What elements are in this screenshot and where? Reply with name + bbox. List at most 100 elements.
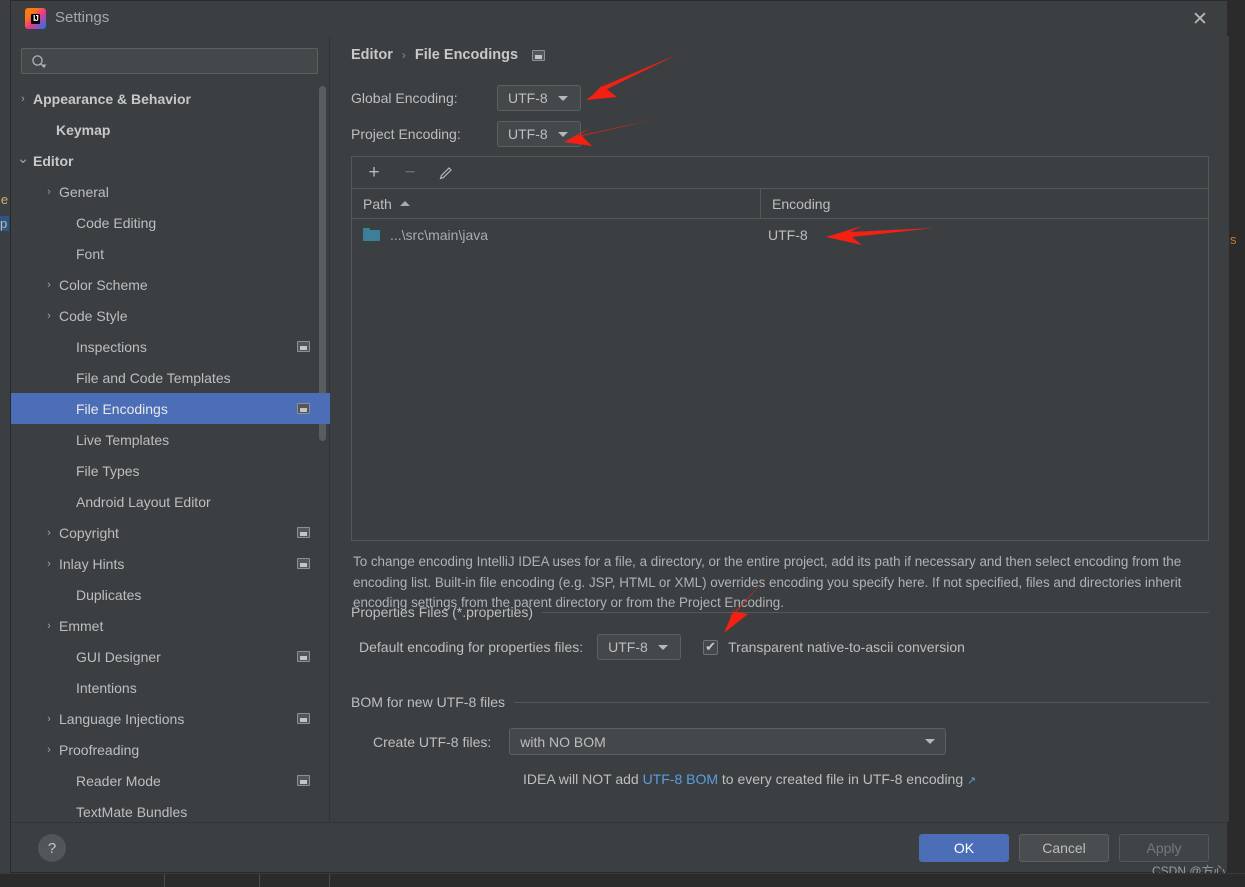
sidebar-item-language-injections[interactable]: ›Language Injections [11, 703, 330, 734]
chevron-right-icon[interactable]: › [42, 743, 56, 757]
ok-button[interactable]: OK [919, 834, 1009, 862]
sidebar-item-label: File Encodings [76, 401, 168, 417]
breadcrumb-parent[interactable]: Editor [351, 47, 393, 63]
sidebar-item-label: GUI Designer [76, 649, 161, 665]
folder-icon [363, 228, 380, 241]
project-level-icon [297, 403, 310, 414]
chevron-right-icon[interactable]: › [42, 278, 56, 292]
sidebar-item-label: Inlay Hints [59, 556, 124, 572]
project-encoding-combo[interactable]: UTF-8 [497, 121, 581, 147]
table-cell-encoding[interactable]: UTF-8 [768, 227, 808, 243]
sidebar-item-label: Code Style [59, 308, 127, 324]
background-code-fragment-s: s [1230, 232, 1237, 247]
sidebar-item-live-templates[interactable]: Live Templates [11, 424, 330, 455]
sidebar-item-reader-mode[interactable]: Reader Mode [11, 765, 330, 796]
external-link-icon[interactable]: ↗ [967, 775, 976, 787]
sidebar-item-label: Copyright [59, 525, 119, 541]
sidebar-item-inspections[interactable]: Inspections [11, 331, 330, 362]
chevron-right-icon[interactable]: › [42, 557, 56, 571]
sidebar-item-editor[interactable]: ⌄Editor [11, 145, 330, 176]
settings-tree: ›Appearance & BehaviorKeymap⌄Editor›Gene… [11, 83, 330, 822]
sidebar-item-inlay-hints[interactable]: ›Inlay Hints [11, 548, 330, 579]
sidebar-item-code-editing[interactable]: Code Editing [11, 207, 330, 238]
sidebar-item-label: Android Layout Editor [76, 494, 211, 510]
sidebar-item-code-style[interactable]: ›Code Style [11, 300, 330, 331]
breadcrumb-separator: › [402, 48, 406, 62]
sidebar-item-label: File and Code Templates [76, 370, 231, 386]
properties-default-encoding-label: Default encoding for properties files: [359, 639, 583, 655]
chevron-down-icon [558, 96, 568, 101]
taskbar-segment [0, 874, 165, 887]
chevron-right-icon[interactable]: › [42, 185, 56, 199]
table-cell-path: ...\src\main\java [390, 227, 488, 243]
create-utf8-files-row: Create UTF-8 files: with NO BOM [373, 728, 946, 755]
cancel-button[interactable]: Cancel [1019, 834, 1109, 862]
sidebar-item-duplicates[interactable]: Duplicates [11, 579, 330, 610]
sidebar-item-font[interactable]: Font [11, 238, 330, 269]
project-level-icon [297, 775, 310, 786]
sidebar-item-proofreading[interactable]: ›Proofreading [11, 734, 330, 765]
sidebar-item-copyright[interactable]: ›Copyright [11, 517, 330, 548]
chevron-right-icon[interactable]: › [42, 309, 56, 323]
sidebar-item-label: Font [76, 246, 104, 262]
breadcrumb: Editor › File Encodings [351, 47, 545, 63]
transparent-native-to-ascii-checkbox[interactable] [703, 640, 718, 655]
sidebar-item-color-scheme[interactable]: ›Color Scheme [11, 269, 330, 300]
sidebar-item-label: Editor [33, 153, 73, 169]
sidebar-item-keymap[interactable]: Keymap [11, 114, 330, 145]
table-row[interactable]: ...\src\main\java UTF-8 [352, 219, 1208, 250]
properties-default-encoding-combo[interactable]: UTF-8 [597, 634, 681, 660]
close-icon[interactable]: ✕ [1187, 7, 1213, 31]
column-header-path[interactable]: Path [352, 189, 761, 218]
settings-search[interactable] [21, 48, 318, 74]
sidebar-item-general[interactable]: ›General [11, 176, 330, 207]
help-button[interactable]: ? [38, 834, 66, 862]
intellij-idea-icon: IJ [25, 8, 46, 29]
search-input[interactable] [54, 49, 309, 73]
properties-default-encoding-value: UTF-8 [608, 639, 648, 655]
sidebar-item-label: General [59, 184, 109, 200]
sidebar-item-android-layout-editor[interactable]: Android Layout Editor [11, 486, 330, 517]
column-header-encoding-label: Encoding [772, 196, 830, 212]
sidebar-item-file-and-code-templates[interactable]: File and Code Templates [11, 362, 330, 393]
chevron-right-icon[interactable]: › [42, 712, 56, 726]
sidebar-item-label: Keymap [56, 122, 110, 138]
add-path-button[interactable]: + [364, 163, 384, 183]
sidebar-item-label: Appearance & Behavior [33, 91, 191, 107]
create-utf8-files-combo[interactable]: with NO BOM [509, 728, 946, 755]
column-header-path-label: Path [363, 196, 392, 212]
dialog-titlebar: IJ Settings ✕ [11, 1, 1227, 36]
utf8-bom-link[interactable]: UTF-8 BOM [643, 771, 718, 787]
sidebar-item-appearance-behavior[interactable]: ›Appearance & Behavior [11, 83, 330, 114]
encodings-table-header: Path Encoding [352, 189, 1208, 219]
chevron-right-icon[interactable]: › [42, 526, 56, 540]
sidebar-item-gui-designer[interactable]: GUI Designer [11, 641, 330, 672]
taskbar-segment [165, 874, 260, 887]
sidebar-item-intentions[interactable]: Intentions [11, 672, 330, 703]
desktop-taskbar [0, 873, 1245, 887]
sort-ascending-icon [400, 201, 410, 206]
settings-sidebar: ›Appearance & BehaviorKeymap⌄Editor›Gene… [11, 36, 330, 822]
sidebar-item-textmate-bundles[interactable]: TextMate Bundles [11, 796, 330, 822]
chevron-right-icon[interactable]: › [42, 619, 56, 633]
global-encoding-combo[interactable]: UTF-8 [497, 85, 581, 111]
column-header-encoding[interactable]: Encoding [761, 189, 1208, 218]
sidebar-item-file-encodings[interactable]: File Encodings [11, 393, 330, 424]
project-encoding-row: Project Encoding: UTF-8 [351, 121, 581, 147]
screen: ▾ je p s IJ Settings ✕ ›Appearance & Beh… [0, 0, 1245, 887]
breadcrumb-current: File Encodings [415, 47, 518, 63]
sidebar-item-emmet[interactable]: ›Emmet [11, 610, 330, 641]
project-level-icon [297, 527, 310, 538]
sidebar-item-label: Inspections [76, 339, 147, 355]
pencil-icon[interactable] [436, 163, 456, 183]
project-encoding-label: Project Encoding: [351, 126, 497, 142]
sidebar-item-label: Emmet [59, 618, 103, 634]
encodings-table-toolbar: + − [352, 157, 1208, 189]
bom-hint-prefix: IDEA will NOT add [523, 771, 643, 787]
chevron-right-icon[interactable]: › [16, 92, 30, 106]
chevron-down-icon[interactable]: ⌄ [16, 151, 30, 165]
taskbar-segment [260, 874, 330, 887]
sidebar-item-file-types[interactable]: File Types [11, 455, 330, 486]
project-level-icon [532, 50, 545, 61]
dialog-footer: ? OK Cancel Apply [11, 822, 1227, 872]
